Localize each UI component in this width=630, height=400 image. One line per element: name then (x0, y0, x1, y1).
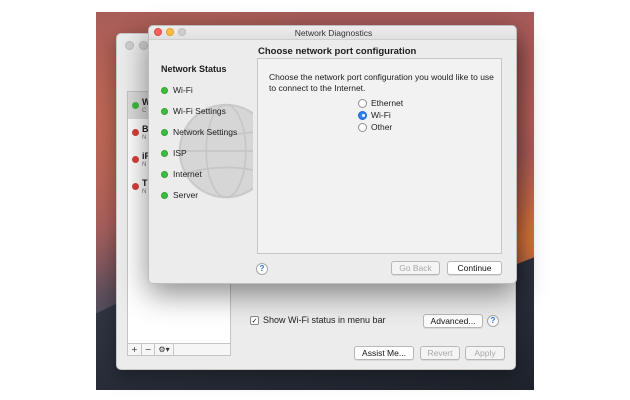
status-item-internet: Internet (161, 169, 202, 179)
status-ok-icon (161, 86, 168, 94)
show-wifi-status-option[interactable]: ✓ Show Wi-Fi status in menu bar (250, 315, 386, 325)
service-status: C (142, 108, 147, 114)
option-other[interactable]: Other (358, 122, 392, 132)
status-item-label: Server (173, 190, 199, 200)
status-item-isp: ISP (161, 148, 187, 158)
status-dot (132, 102, 139, 109)
status-item-server: Server (161, 190, 198, 200)
window-title: Network Diagnostics (294, 28, 373, 38)
advanced-button[interactable]: Advanced... (423, 314, 483, 328)
add-service-button[interactable]: + (128, 344, 142, 355)
help-button[interactable]: ? (256, 263, 268, 275)
status-dot (132, 129, 139, 136)
status-ok-icon (161, 170, 168, 178)
status-dot (132, 183, 139, 190)
status-ok-icon (161, 149, 168, 157)
network-diagnostics-window: Network Diagnostics Network Status Wi-Fi… (148, 25, 517, 284)
continue-button[interactable]: Continue (447, 261, 502, 275)
status-item-label: Internet (173, 169, 202, 179)
status-ok-icon (161, 107, 168, 115)
network-status-heading: Network Status (161, 64, 227, 74)
page-title: Choose network port configuration (258, 46, 417, 57)
status-item-wifi-settings: Wi-Fi Settings (161, 106, 226, 116)
service-list-toolbar: + − ⚙▾ (127, 344, 231, 356)
radio-button-selected[interactable] (358, 110, 367, 120)
radio-button[interactable] (358, 122, 367, 132)
status-item-label: Wi-Fi Settings (173, 106, 226, 116)
show-wifi-label: Show Wi-Fi status in menu bar (263, 315, 386, 325)
service-status: N (142, 135, 147, 141)
option-label: Other (371, 122, 393, 132)
gear-menu-button[interactable]: ⚙▾ (155, 344, 174, 355)
status-item-label: Network Settings (173, 127, 238, 137)
service-status: N (142, 189, 147, 195)
revert-button[interactable]: Revert (420, 346, 460, 360)
go-back-button[interactable]: Go Back (391, 261, 440, 275)
description-text: Choose the network port configuration yo… (269, 72, 494, 93)
title-bar: Network Diagnostics (149, 26, 516, 40)
close-button[interactable] (125, 41, 134, 50)
network-status-panel: Network Status Wi-Fi Wi-Fi Settings Netw… (149, 41, 253, 283)
apply-button[interactable]: Apply (465, 346, 505, 360)
status-ok-icon (161, 191, 168, 199)
status-item-label: Wi-Fi (173, 85, 193, 95)
status-item-label: ISP (173, 148, 187, 158)
configuration-content: Choose the network port configuration yo… (257, 58, 502, 254)
status-item-network-settings: Network Settings (161, 127, 237, 137)
option-label: Ethernet (371, 98, 404, 108)
status-item-wifi: Wi-Fi (161, 85, 193, 95)
remove-service-button[interactable]: − (142, 344, 156, 355)
service-status: N (142, 162, 147, 168)
show-wifi-checkbox[interactable]: ✓ (250, 315, 259, 325)
status-ok-icon (161, 128, 168, 136)
assist-me-button[interactable]: Assist Me... (354, 346, 414, 360)
option-ethernet[interactable]: Ethernet (358, 98, 403, 108)
radio-button[interactable] (358, 98, 367, 108)
status-dot (132, 156, 139, 163)
minimize-button[interactable] (139, 41, 148, 50)
help-button[interactable]: ? (487, 315, 499, 327)
option-label: Wi-Fi (371, 110, 391, 120)
option-wifi[interactable]: Wi-Fi (358, 110, 391, 120)
